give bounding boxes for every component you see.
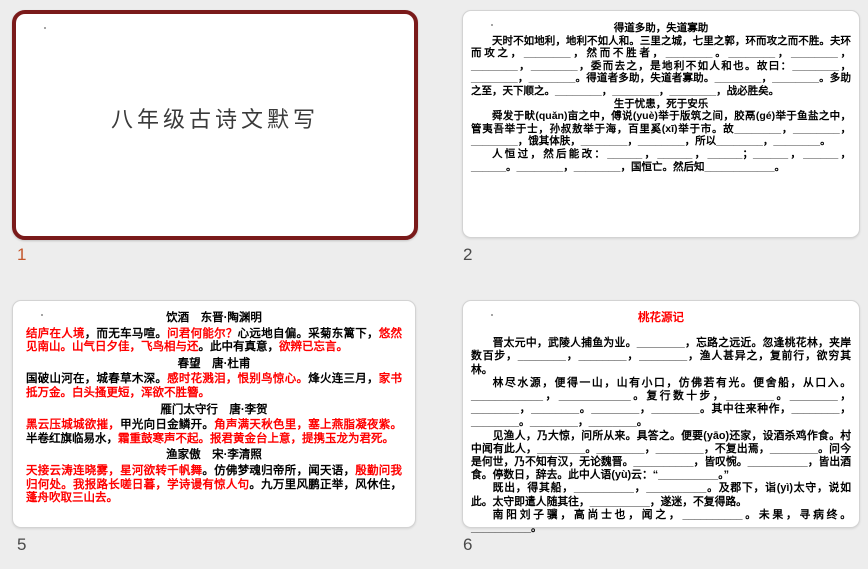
slide-thumbnail-1[interactable]: 八年级古诗文默写	[12, 10, 418, 240]
passage-body: 晋太元中，武陵人捕鱼为业。________，忘路之远近。忽逢桃花林，夹岸数百步，…	[471, 337, 851, 535]
paragraph: 晋太元中，武陵人捕鱼为业。________，忘路之远近。忽逢桃花林，夹岸数百步，…	[471, 337, 851, 376]
highlighted-verse: 感时花溅泪，恨别鸟惊心。	[167, 373, 309, 386]
highlighted-verse: 蓬舟吹取三山去。	[26, 492, 118, 505]
poem-text: 黑云压城城欲摧，甲光向日金鳞开。角声满天秋色里，塞上燕脂凝夜紫。半卷红旗临易水，…	[26, 419, 402, 446]
poem-title: 渔家傲 宋·李清照	[166, 449, 262, 462]
paragraph: 南阳刘子骥，高尚士也，闻之，__________。未果，寻病终。________…	[471, 508, 851, 535]
stray-dot	[41, 314, 43, 316]
verse: 。此中有真意，	[198, 341, 280, 354]
highlighted-verse: 霜重鼓寒声不起。报君黄金台上意，提携玉龙为君死。	[118, 432, 394, 445]
verse: 。九万里风鹏正举，风休住，	[249, 478, 403, 491]
paragraph: 既出，得其船，__________，__________。及郡下，诣(yì)太守…	[471, 482, 851, 508]
paragraph: 舜发于畎(quǎn)亩之中，傅说(yuè)举于版筑之间，胶鬲(gé)举于鱼盐之中…	[471, 110, 851, 148]
slide-thumbnail-2[interactable]: 得道多助，失道寡助 天时不如地利，地利不如人和。三里之城，七里之郭，环而攻之而不…	[462, 10, 860, 238]
poem-title: 春望 唐·杜甫	[177, 357, 251, 370]
stray-dot	[491, 314, 493, 316]
slide-5-content: 饮酒 东晋·陶渊明 结庐在人境，而无车马喧。问君何能尔？心远地自偏。采菊东篱下，…	[13, 301, 415, 506]
passage-title: 得道多助，失道寡助	[613, 22, 709, 34]
passage-title: 桃花源记	[638, 312, 684, 324]
verse: 半卷红旗临易水，	[26, 432, 118, 445]
highlighted-verse: 黑云压城城欲摧，	[26, 419, 121, 432]
verse: 心远地自偏。采菊东篱下，	[237, 327, 379, 340]
slide-thumbnail-6[interactable]: 桃花源记 晋太元中，武陵人捕鱼为业。________，忘路之远近。忽逢桃花林，夹…	[462, 300, 860, 534]
stray-dot	[491, 24, 493, 26]
passage-body: 天时不如地利，地利不如人和。三里之城，七里之郭，环而攻之而不胜。夫环而攻之，__…	[471, 35, 851, 98]
verse: 烽火连三月，	[308, 373, 379, 386]
passage-body: 舜发于畎(quǎn)亩之中，傅说(yuè)举于版筑之间，胶鬲(gé)举于鱼盐之中…	[471, 110, 851, 173]
paragraph: 人恒过，然后能改：______，______，______；______，___…	[471, 147, 851, 173]
slide-number-6: 6	[463, 535, 473, 554]
stray-dot	[44, 27, 46, 29]
slide-number-2: 2	[463, 245, 473, 264]
presentation-title: 八年级古诗文默写	[110, 107, 319, 132]
slide-number-1: 1	[17, 245, 27, 264]
passage-title: 生于忧患，死于安乐	[613, 97, 709, 110]
verse: 。仿佛梦魂归帝所，闻天语，	[202, 464, 356, 477]
paragraph: 林尽水源，便得一山，山有小口，仿佛若有光。便舍船，从口入。___________…	[471, 376, 851, 429]
highlighted-verse: 天接云涛连晓雾，星河欲转千帆舞	[26, 464, 203, 477]
poem-title: 饮酒 东晋·陶渊明	[166, 312, 262, 324]
slide-2-content: 得道多助，失道寡助 天时不如地利，地利不如人和。三里之城，七里之郭，环而攻之而不…	[463, 11, 859, 173]
poem-text: 结庐在人境，而无车马喧。问君何能尔？心远地自偏。采菊东篱下，悠然见南山。山气日夕…	[26, 328, 402, 355]
verse: 甲光向日金鳞开。	[120, 419, 215, 432]
slide-number-5: 5	[17, 535, 27, 554]
highlighted-verse: 角声满天秋色里，塞上燕脂凝夜紫。	[214, 419, 403, 432]
highlighted-verse: 结庐在人境	[26, 327, 85, 340]
paragraph: 天时不如地利，地利不如人和。三里之城，七里之郭，环而攻之而不胜。夫环而攻之，__…	[471, 34, 851, 97]
poem-text: 国破山河在，城春草木深。感时花溅泪，恨别鸟惊心。烽火连三月，家书抵万金。白头搔更…	[26, 373, 402, 400]
verse: ，而无车马喧。	[84, 327, 168, 340]
verse: 国破山河在，城春草木深。	[26, 373, 168, 386]
slide-thumbnail-5[interactable]: 饮酒 东晋·陶渊明 结庐在人境，而无车马喧。问君何能尔？心远地自偏。采菊东篱下，…	[12, 300, 416, 528]
poem-title: 雁门太守行 唐·李贺	[160, 403, 268, 416]
highlighted-verse: 欲辨已忘言。	[279, 341, 348, 354]
paragraph: 见渔人，乃大惊，问所从来。具答之。便要(yāo)还家，设酒杀鸡作食。村中闻有此人…	[471, 429, 851, 482]
slide-6-content: 桃花源记 晋太元中，武陵人捕鱼为业。________，忘路之远近。忽逢桃花林，夹…	[463, 301, 859, 535]
highlighted-verse: 问君何能尔？	[167, 327, 238, 340]
poem-text: 天接云涛连晓雾，星河欲转千帆舞。仿佛梦魂归帝所，闻天语，殷勤问我归何处。我报路长…	[26, 465, 402, 506]
